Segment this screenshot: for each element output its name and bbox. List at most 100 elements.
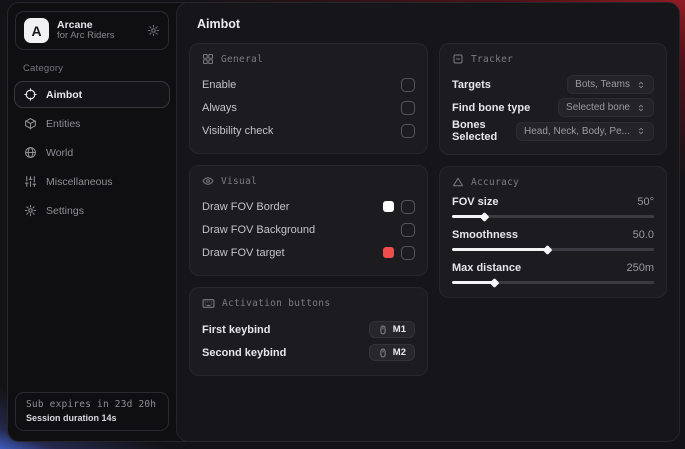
always-checkbox[interactable]: [401, 101, 415, 115]
fov-target-color-swatch[interactable]: [383, 247, 394, 258]
slider-thumb[interactable]: [480, 212, 490, 222]
card-title: Activation buttons: [222, 298, 330, 309]
mouse-icon: [378, 348, 388, 358]
setting-label: Targets: [452, 79, 491, 91]
keybind-value: M1: [393, 324, 406, 335]
crosshair-icon: [24, 88, 37, 101]
accuracy-card: Accuracy FOV size 50°: [439, 166, 667, 298]
visual-card: Visual Draw FOV Border Draw FOV Backgrou…: [189, 165, 428, 276]
setting-label: FOV size: [452, 196, 498, 208]
setting-label: Second keybind: [202, 347, 286, 359]
card-title: Accuracy: [471, 177, 519, 188]
general-card: General Enable Always Visibility check: [189, 43, 428, 154]
bones-selected-dropdown[interactable]: Head, Neck, Body, Pe...: [516, 122, 654, 141]
sidebar-item-entities[interactable]: Entities: [14, 110, 170, 137]
card-title: Tracker: [471, 54, 513, 65]
fov-size-setting: FOV size 50°: [452, 196, 654, 218]
setting-label: Max distance: [452, 262, 521, 274]
page-title: Aimbot: [197, 17, 667, 31]
app-title-block: Arcane for Arc Riders: [57, 19, 139, 42]
scan-icon: [452, 53, 464, 65]
sidebar-item-label: Aimbot: [46, 89, 82, 101]
app-logo: A: [24, 18, 49, 43]
draw-fov-border-checkbox[interactable]: [401, 200, 415, 214]
app-logo-card: A Arcane for Arc Riders: [15, 11, 169, 50]
targets-dropdown[interactable]: Bots, Teams: [567, 75, 654, 94]
triangle-icon: [452, 176, 464, 188]
mouse-icon: [378, 325, 388, 335]
setting-label: Smoothness: [452, 229, 518, 241]
tracker-card: Tracker Targets Bots, Teams Find bone ty…: [439, 43, 667, 155]
setting-label: Bones Selected: [452, 119, 516, 143]
setting-row: Draw FOV Background: [202, 218, 415, 241]
dropdown-value: Head, Neck, Body, Pe...: [524, 126, 630, 137]
find-bone-type-dropdown[interactable]: Selected bone: [558, 98, 654, 117]
keybind-value: M2: [393, 347, 406, 358]
setting-label: Draw FOV Border: [202, 201, 289, 213]
activation-card: Activation buttons First keybind M1 Seco…: [189, 287, 428, 376]
subscription-card: Sub expires in 23d 20h Session duration …: [15, 392, 169, 431]
fov-size-slider[interactable]: [452, 215, 654, 218]
dropdown-value: Bots, Teams: [575, 79, 630, 90]
enable-checkbox[interactable]: [401, 78, 415, 92]
card-title: Visual: [221, 176, 257, 187]
session-duration-text: Session duration 14s: [26, 413, 158, 423]
entities-icon: [24, 117, 37, 130]
sidebar-item-label: Entities: [46, 118, 80, 130]
sidebar-item-label: Miscellaneous: [46, 176, 113, 188]
setting-row: Bones Selected Head, Neck, Body, Pe...: [452, 119, 654, 143]
card-title: General: [221, 54, 263, 65]
sidebar-item-label: Settings: [46, 205, 84, 217]
category-label: Category: [23, 63, 170, 74]
sidebar: A Arcane for Arc Riders Category Aimbot: [8, 3, 176, 441]
max-distance-slider[interactable]: [452, 281, 654, 284]
app-subtitle: for Arc Riders: [57, 31, 139, 42]
slider-thumb[interactable]: [542, 245, 552, 255]
slider-thumb[interactable]: [490, 278, 500, 288]
sidebar-item-settings[interactable]: Settings: [14, 197, 170, 224]
setting-row: Draw FOV target: [202, 241, 415, 264]
first-keybind-button[interactable]: M1: [369, 321, 415, 338]
slider-value: 250m: [626, 262, 654, 274]
globe-icon: [24, 146, 37, 159]
grid-icon: [202, 53, 214, 65]
second-keybind-button[interactable]: M2: [369, 344, 415, 361]
gear-icon: [24, 204, 37, 217]
chevrons-up-down-icon: [636, 103, 646, 113]
setting-label: Draw FOV target: [202, 247, 285, 259]
eye-icon: [202, 175, 214, 187]
setting-row: Targets Bots, Teams: [452, 73, 654, 96]
sub-expires-text: Sub expires in 23d 20h: [26, 399, 158, 410]
max-distance-setting: Max distance 250m: [452, 262, 654, 284]
fov-border-color-swatch[interactable]: [383, 201, 394, 212]
setting-row: Draw FOV Border: [202, 195, 415, 218]
chevrons-up-down-icon: [636, 80, 646, 90]
setting-row: Always: [202, 96, 415, 119]
setting-row: Find bone type Selected bone: [452, 96, 654, 119]
smoothness-slider[interactable]: [452, 248, 654, 251]
setting-label: Always: [202, 102, 237, 114]
main-panel: Aimbot General Enable Alw: [176, 2, 680, 442]
smoothness-setting: Smoothness 50.0: [452, 229, 654, 251]
visibility-check-checkbox[interactable]: [401, 124, 415, 138]
setting-row: Second keybind M2: [202, 341, 415, 364]
sidebar-item-label: World: [46, 147, 73, 159]
sidebar-nav: Aimbot Entities World Miscellaneous: [14, 81, 170, 224]
sidebar-item-world[interactable]: World: [14, 139, 170, 166]
setting-label: Draw FOV Background: [202, 224, 315, 236]
slider-value: 50°: [637, 196, 654, 208]
sidebar-item-aimbot[interactable]: Aimbot: [14, 81, 170, 108]
sidebar-item-miscellaneous[interactable]: Miscellaneous: [14, 168, 170, 195]
draw-fov-background-checkbox[interactable]: [401, 223, 415, 237]
dropdown-value: Selected bone: [566, 102, 630, 113]
setting-row: First keybind M1: [202, 318, 415, 341]
draw-fov-target-checkbox[interactable]: [401, 246, 415, 260]
app-window: A Arcane for Arc Riders Category Aimbot: [7, 2, 680, 442]
chevrons-up-down-icon: [636, 126, 646, 136]
slider-value: 50.0: [633, 229, 654, 241]
sliders-icon: [24, 175, 37, 188]
setting-row: Visibility check: [202, 119, 415, 142]
setting-label: First keybind: [202, 324, 270, 336]
gear-icon[interactable]: [147, 24, 160, 37]
setting-label: Find bone type: [452, 102, 530, 114]
